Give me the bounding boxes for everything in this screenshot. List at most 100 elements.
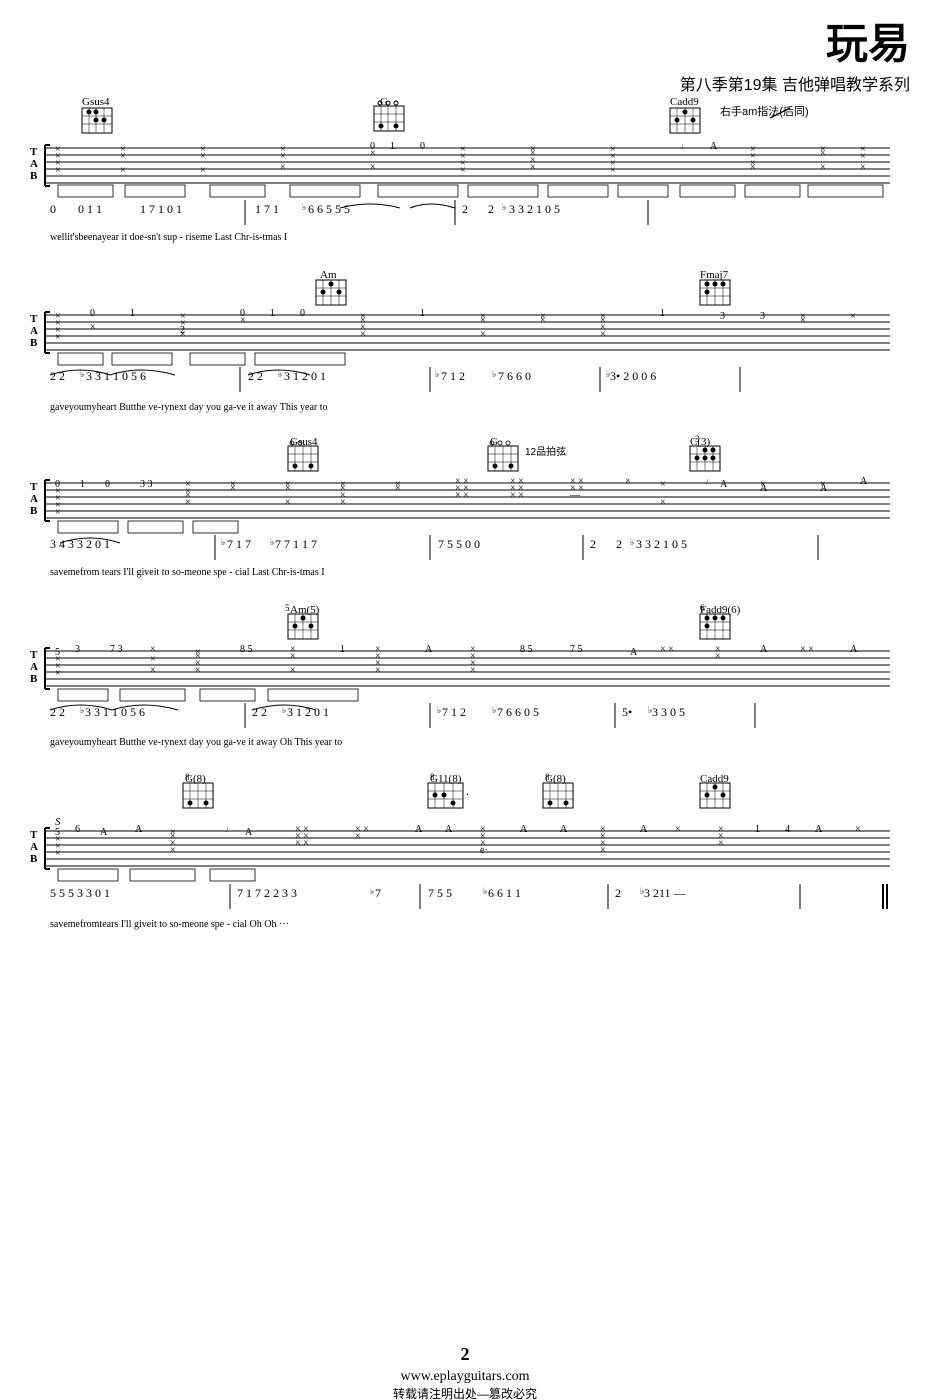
svg-text:×: × — [290, 651, 296, 662]
lyrics-row2: gaveyoumyheart Butthe ve-rynext day you … — [50, 402, 328, 413]
svg-text:×: × — [195, 665, 201, 676]
chord-gsus4: Gsus4 — [82, 96, 110, 108]
svg-text:3: 3 — [720, 311, 725, 322]
svg-text:3 3 2 1 0 5: 3 3 2 1 0 5 — [509, 202, 560, 216]
svg-text:3: 3 — [695, 434, 700, 444]
svg-text:0: 0 — [90, 308, 95, 319]
svg-text:A: A — [720, 479, 728, 490]
svg-text:2: 2 — [590, 537, 596, 551]
svg-text:×: × — [230, 483, 236, 494]
svg-text:A: A — [630, 647, 638, 658]
svg-text:7 5 5 0 0: 7 5 5 0 0 — [438, 537, 480, 551]
svg-text:×: × — [150, 654, 156, 665]
svg-text:♭: ♭ — [437, 705, 441, 715]
svg-text:× ×: × × — [510, 490, 524, 501]
svg-text:2: 2 — [616, 537, 622, 551]
svg-text:A: A — [30, 158, 38, 170]
svg-text:×: × — [470, 665, 476, 676]
svg-text:A: A — [135, 824, 143, 835]
svg-text:×: × — [180, 329, 186, 340]
svg-text:B: B — [30, 853, 38, 865]
svg-text:A: A — [30, 325, 38, 337]
svg-text:×: × — [55, 507, 61, 518]
svg-text:×: × — [340, 497, 346, 508]
svg-text:0: 0 — [300, 308, 305, 319]
svg-text:7 6 6 0 5: 7 6 6 0 5 — [497, 705, 539, 719]
svg-text:A: A — [100, 827, 108, 838]
svg-text:×: × — [200, 165, 206, 176]
tab-notation-svg: Gsus4 G Cadd9 — [0, 0, 930, 1400]
svg-text:T: T — [30, 649, 38, 661]
lyrics-row1: wellit'sbeenayear it doe-sn't sup - rise… — [50, 232, 287, 243]
svg-text:—: — — [569, 490, 581, 501]
svg-text:×: × — [360, 329, 366, 340]
svg-text:1: 1 — [130, 308, 135, 319]
svg-text:1: 1 — [420, 308, 425, 319]
svg-text:A: A — [820, 483, 828, 494]
svg-text:7 1 7: 7 1 7 — [227, 537, 251, 551]
svg-text:×: × — [530, 162, 536, 173]
svg-text:A: A — [560, 824, 568, 835]
svg-text:×: × — [660, 479, 666, 490]
svg-text:♭: ♭ — [630, 537, 634, 547]
svg-text:8 5: 8 5 — [520, 644, 533, 655]
svg-text:8: 8 — [545, 772, 550, 782]
svg-text:4: 4 — [785, 824, 790, 835]
svg-text:×: × — [170, 845, 176, 856]
svg-text:B: B — [30, 673, 38, 685]
svg-text:A: A — [30, 661, 38, 673]
chord-cadd9-1: Cadd9 — [670, 96, 699, 108]
svg-text:× ×: × × — [800, 644, 814, 655]
svg-text:7: 7 — [375, 886, 381, 900]
svg-text:♭: ♭ — [502, 202, 506, 212]
svg-text:A: A — [860, 476, 868, 487]
svg-text:×: × — [675, 824, 681, 835]
svg-text:×: × — [460, 165, 466, 176]
svg-text:3• 2 0 0 6: 3• 2 0 0 6 — [610, 369, 656, 383]
svg-text:♩: ♩ — [225, 824, 234, 834]
svg-text:♩: ♩ — [680, 141, 689, 151]
svg-text:×: × — [718, 838, 724, 849]
svg-text:×: × — [280, 151, 286, 162]
svg-text:×: × — [55, 848, 61, 859]
footer-note: 转载请注明出处—篡改必究 — [393, 1386, 537, 1400]
svg-text:×: × — [285, 483, 291, 494]
svg-text:×: × — [355, 831, 361, 842]
svg-text:7 1 7 2 2 3 3: 7 1 7 2 2 3 3 — [237, 886, 297, 900]
svg-text:♭: ♭ — [483, 886, 487, 896]
svg-text:×: × — [150, 665, 156, 676]
svg-text:×: × — [480, 329, 486, 340]
lyrics-row3: savemefrom tears I'll giveit to so-meone… — [50, 567, 325, 578]
svg-text:8 5: 8 5 — [240, 644, 253, 655]
svg-text:A: A — [710, 141, 718, 152]
svg-text:7 5: 7 5 — [570, 644, 583, 655]
svg-text:A: A — [640, 824, 648, 835]
svg-text:×: × — [660, 497, 666, 508]
svg-text:3 211 —: 3 211 — — [644, 886, 687, 900]
svg-text:A: A — [245, 827, 253, 838]
note-row1: 0 — [50, 202, 56, 216]
svg-text:1: 1 — [660, 308, 665, 319]
right-hand-note: 右手am指法(后同) — [720, 104, 809, 118]
svg-text:A: A — [815, 824, 823, 835]
svg-text:8: 8 — [185, 772, 190, 782]
svg-text:×: × — [860, 151, 866, 162]
svg-text:×: × — [370, 148, 376, 159]
svg-text:T: T — [30, 313, 38, 325]
svg-text:A: A — [445, 824, 453, 835]
svg-text:♩: ♩ — [705, 476, 714, 486]
chord-am: Am — [320, 269, 337, 281]
svg-text:e·: e· — [480, 845, 488, 856]
svg-text:3 3 0 5: 3 3 0 5 — [652, 705, 685, 719]
svg-text:1 7 1: 1 7 1 — [255, 202, 279, 216]
svg-text:2 2: 2 2 — [50, 369, 65, 383]
svg-text:7 7 1 1 7: 7 7 1 1 7 — [275, 537, 317, 551]
svg-text:B: B — [30, 337, 38, 349]
svg-text:×: × — [600, 329, 606, 340]
svg-text:A: A — [520, 824, 528, 835]
svg-text:7 1 2: 7 1 2 — [441, 369, 465, 383]
svg-text:1: 1 — [390, 141, 395, 152]
svg-text:A: A — [425, 644, 433, 655]
page-number: 2 — [461, 1344, 470, 1364]
svg-text:♭: ♭ — [80, 705, 84, 715]
